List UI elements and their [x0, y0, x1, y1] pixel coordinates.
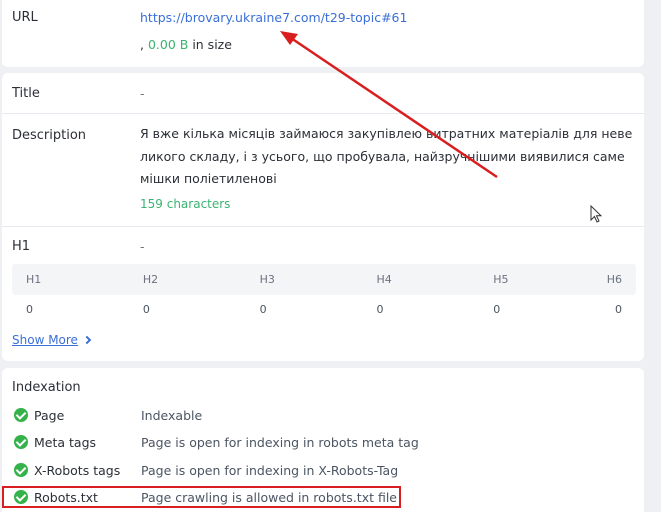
indexation-x-robots-value: Page is open for indexing in X-Robots-Ta…: [141, 463, 399, 478]
size-value: 0.00 B: [147, 37, 189, 52]
heading-col-h6: H6: [606, 273, 623, 286]
headings-table: H1 H2 H3 H4 H5 H6 0 0 0 0 0 0: [12, 264, 636, 324]
heading-col-h1: H1: [26, 273, 42, 286]
heading-count-h1: 0: [26, 303, 33, 316]
headings-value-row: 0 0 0 0 0 0: [12, 295, 636, 324]
indexation-x-robots-label: X-Robots tags: [34, 463, 121, 478]
heading-count-h6: 0: [615, 303, 623, 316]
size-prefix: ,: [140, 37, 148, 52]
h1-label: H1: [12, 239, 31, 254]
heading-col-h4: H4: [376, 273, 392, 286]
divider: [2, 226, 644, 227]
check-circle-icon: [14, 435, 28, 449]
indexation-page-label: Page: [34, 408, 65, 423]
size-suffix: in size: [188, 37, 232, 52]
indexation-meta-tags-label: Meta tags: [34, 435, 97, 450]
heading-col-h2: H2: [142, 273, 159, 286]
annotation-highlight-box: [2, 486, 401, 508]
indexation-meta-tags-value: Page is open for indexing in robots meta…: [141, 435, 419, 450]
page-size: , 0.00 B in size: [140, 37, 232, 52]
heading-col-h5: H5: [493, 273, 509, 286]
h1-value: -: [140, 239, 145, 254]
show-more-link[interactable]: Show More: [12, 333, 92, 347]
url-card: URL https://brovary.ukraine7.com/t29-top…: [2, 0, 644, 67]
meta-card: Title - Description Я вже кілька місяців…: [2, 73, 644, 361]
description-char-count: 159 characters: [140, 197, 231, 211]
indexation-page-value: Indexable: [141, 408, 203, 423]
url-label: URL: [12, 10, 38, 25]
title-label: Title: [12, 86, 40, 101]
mouse-cursor-icon: [590, 205, 603, 223]
title-value: -: [140, 86, 145, 101]
heading-count-h5: 0: [493, 303, 501, 316]
page-url-link[interactable]: https://brovary.ukraine7.com/t29-topic#6…: [140, 10, 407, 25]
divider: [2, 113, 644, 114]
headings-header-row: H1 H2 H3 H4 H5 H6: [12, 264, 636, 295]
chevron-right-icon: [82, 335, 92, 345]
heading-count-h2: 0: [142, 303, 150, 316]
description-label: Description: [12, 128, 87, 143]
heading-count-h4: 0: [376, 303, 384, 316]
heading-count-h3: 0: [259, 303, 267, 316]
indexation-title: Indexation: [12, 380, 81, 395]
heading-col-h3: H3: [259, 273, 275, 286]
check-circle-icon: [14, 408, 28, 422]
show-more-label: Show More: [12, 333, 78, 347]
check-circle-icon: [14, 463, 28, 477]
description-value: Я вже кілька місяців займаюся закупівлею…: [140, 126, 633, 186]
